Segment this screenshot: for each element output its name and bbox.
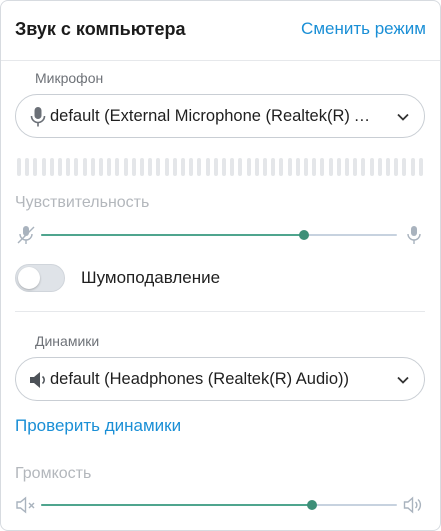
- chevron-down-icon: [397, 113, 409, 121]
- speakers-select-value: default (Headphones (Realtek(R) Audio)): [50, 370, 349, 388]
- level-meter-bar: [238, 158, 243, 176]
- chevron-down-icon: [397, 376, 409, 384]
- level-meter-bar: [156, 158, 161, 176]
- sensitivity-slider-row: [15, 223, 425, 247]
- level-meter-bar: [181, 158, 185, 176]
- level-meter-bar: [99, 158, 103, 176]
- level-meter-bar: [189, 158, 194, 176]
- switch-mode-link[interactable]: Сменить режим: [301, 19, 426, 39]
- level-meter-bar: [394, 158, 399, 176]
- section-divider: [15, 311, 425, 312]
- microphone-icon: [407, 226, 421, 244]
- speaker-icon: [30, 372, 45, 388]
- level-meter-bar: [164, 158, 169, 176]
- level-meter-bar: [82, 158, 87, 176]
- microphone-muted-icon: [17, 226, 35, 244]
- volume-slider-knob[interactable]: [306, 500, 317, 510]
- speakers-section-label: Динамики: [35, 333, 100, 349]
- level-meter-bar: [287, 158, 292, 176]
- level-meter-bar: [279, 158, 284, 176]
- volume-label: Громкость: [15, 465, 92, 482]
- speaker-loud-icon: [403, 496, 422, 514]
- noise-suppression-toggle[interactable]: [15, 264, 65, 292]
- level-meter-bar: [25, 158, 30, 176]
- level-meter-bar: [386, 158, 390, 176]
- level-meter-bar: [17, 158, 21, 176]
- level-meter-bar: [222, 158, 226, 176]
- microphone-select-value: default (External Microphone (Realtek(R)…: [50, 107, 380, 125]
- speaker-muted-icon: [16, 496, 35, 514]
- microphone-section-label: Микрофон: [35, 70, 104, 86]
- computer-audio-panel: Звук с компьютера Сменить режим Микрофон…: [0, 0, 441, 531]
- level-meter-bar: [148, 158, 153, 176]
- level-meter-bar: [369, 158, 374, 176]
- volume-slider-row: [15, 493, 425, 517]
- level-meter-bar: [377, 158, 382, 176]
- sensitivity-label: Чувствительность: [15, 194, 150, 211]
- level-meter-bar: [402, 158, 407, 176]
- level-meter-bar: [74, 158, 79, 176]
- panel-title: Звук с компьютера: [15, 19, 186, 39]
- level-meter-bar: [49, 158, 54, 176]
- volume-slider-fill: [41, 504, 312, 506]
- level-meter-bar: [140, 158, 144, 176]
- level-meter-bar: [336, 158, 341, 176]
- level-meter-bar: [345, 158, 349, 176]
- level-meter-bar: [58, 158, 62, 176]
- microphone-icon: [30, 107, 46, 127]
- sensitivity-slider-knob[interactable]: [299, 230, 310, 240]
- level-meter-bar: [312, 158, 317, 176]
- level-meter-bar: [41, 158, 46, 176]
- level-meter-bar: [131, 158, 136, 176]
- level-meter-bar: [230, 158, 235, 176]
- level-meter-bar: [123, 158, 128, 176]
- level-meter-bar: [66, 158, 71, 176]
- level-meter-bar: [254, 158, 259, 176]
- speakers-select[interactable]: default (Headphones (Realtek(R) Audio)): [15, 357, 425, 401]
- level-meter-bar: [304, 158, 308, 176]
- level-meter-bar: [197, 158, 202, 176]
- level-meter-bar: [246, 158, 251, 176]
- level-meter-bar: [295, 158, 300, 176]
- level-meter-bar: [271, 158, 276, 176]
- noise-suppression-label: Шумоподавление: [81, 268, 221, 287]
- level-meter-bar: [263, 158, 267, 176]
- level-meter-bar: [410, 158, 415, 176]
- level-meter-bar: [90, 158, 95, 176]
- test-speakers-link[interactable]: Проверить динамики: [15, 416, 181, 436]
- level-meter-bar: [320, 158, 325, 176]
- microphone-select[interactable]: default (External Microphone (Realtek(R)…: [15, 94, 425, 138]
- level-meter-bar: [115, 158, 120, 176]
- microphone-level-meter: [15, 158, 425, 176]
- level-meter-bar: [213, 158, 218, 176]
- level-meter-bar: [418, 158, 423, 176]
- sensitivity-slider-fill: [41, 234, 305, 236]
- level-meter-bar: [361, 158, 366, 176]
- level-meter-bar: [33, 158, 38, 176]
- level-meter-bar: [172, 158, 177, 176]
- level-meter-bar: [353, 158, 358, 176]
- panel-header: Звук с компьютера Сменить режим: [1, 1, 440, 61]
- sensitivity-slider[interactable]: [41, 230, 397, 240]
- level-meter-bar: [107, 158, 112, 176]
- level-meter-bar: [328, 158, 333, 176]
- level-meter-bar: [205, 158, 210, 176]
- volume-slider[interactable]: [41, 500, 397, 510]
- noise-suppression-toggle-thumb: [18, 267, 40, 289]
